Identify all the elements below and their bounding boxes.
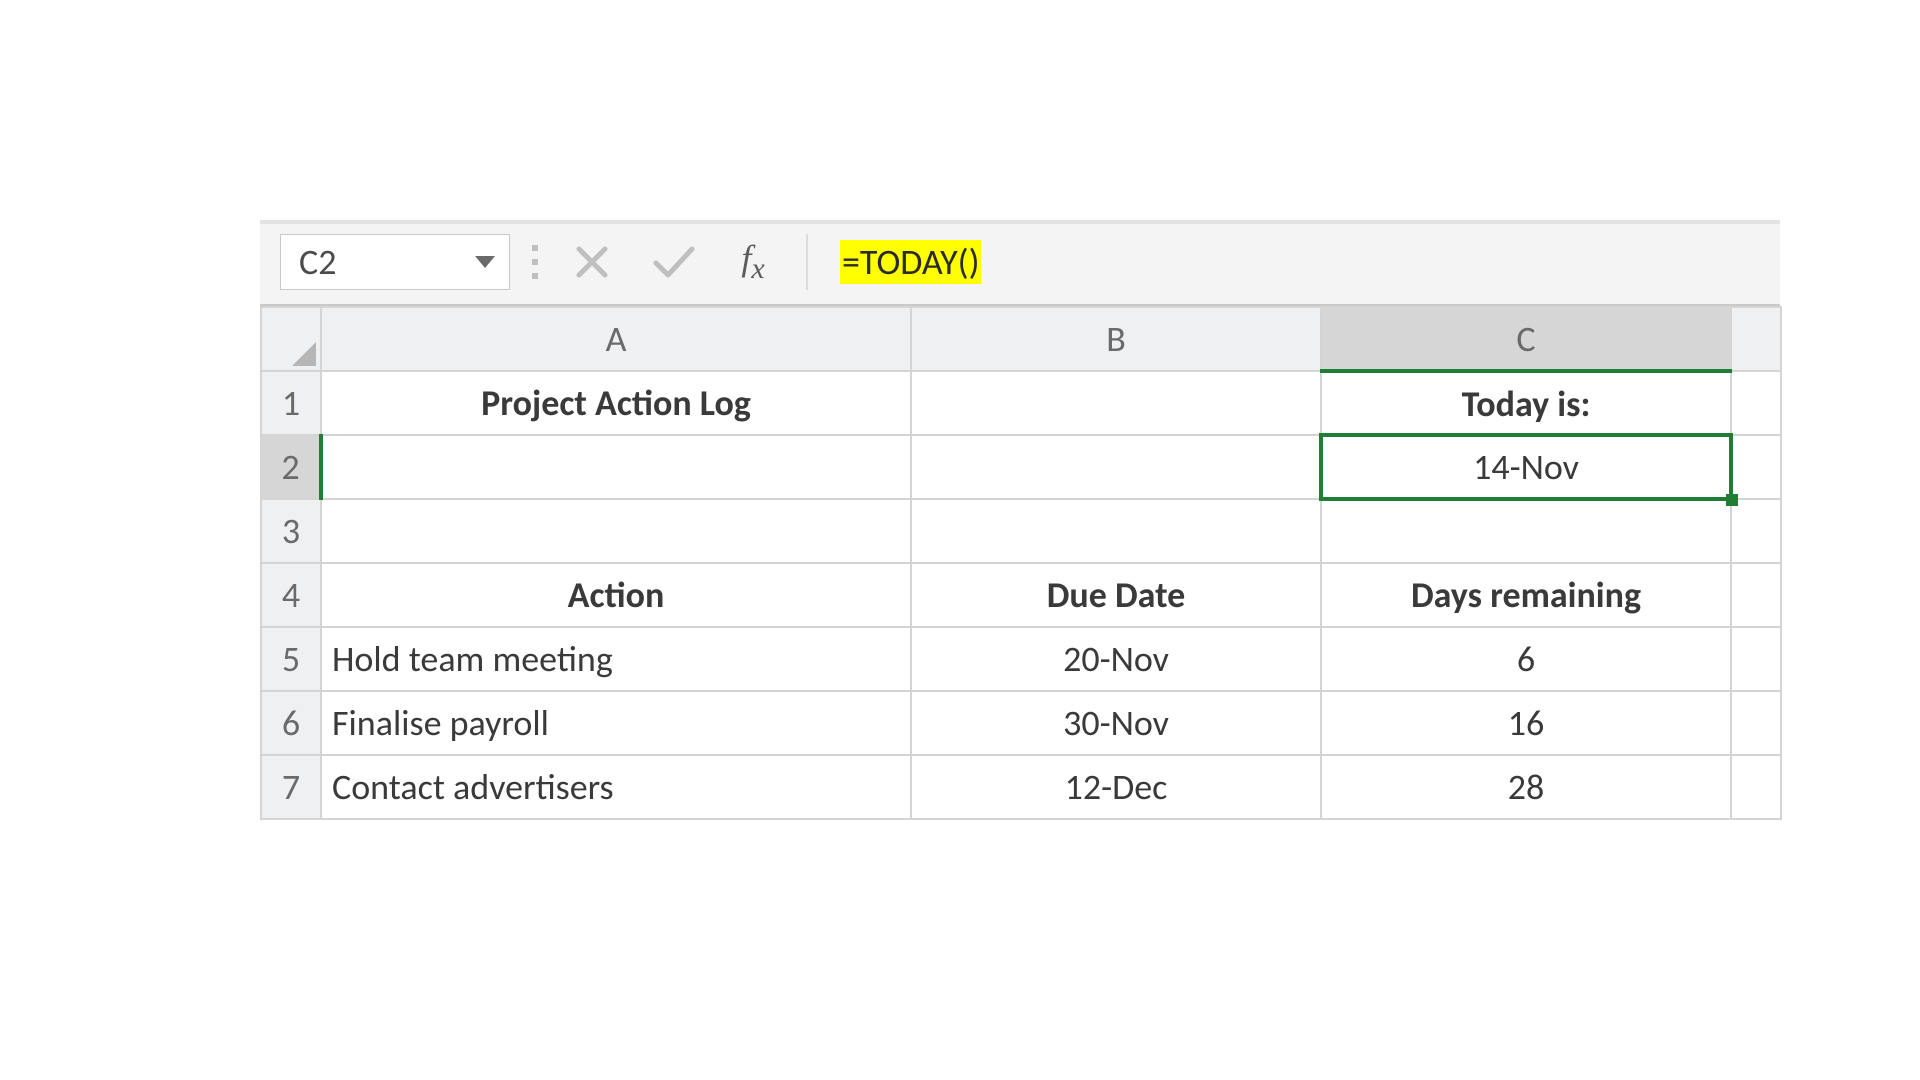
cell-B5[interactable]: 20-Nov bbox=[911, 627, 1321, 691]
spreadsheet-grid[interactable]: A B C 1 Project Action Log Today is: bbox=[260, 304, 1780, 820]
cell-B7[interactable]: 12-Dec bbox=[911, 755, 1321, 819]
formula-text: =TODAY() bbox=[840, 240, 981, 284]
cell-C5[interactable]: 6 bbox=[1321, 627, 1731, 691]
row-header-7[interactable]: 7 bbox=[261, 755, 321, 819]
cell-C3[interactable] bbox=[1321, 499, 1731, 563]
cell-B3[interactable] bbox=[911, 499, 1321, 563]
cancel-button[interactable] bbox=[560, 234, 624, 290]
excel-window: C2 fx =TODAY() bbox=[260, 220, 1780, 820]
cell-A7[interactable]: Contact advertisers bbox=[321, 755, 911, 819]
row-3: 3 bbox=[261, 499, 1781, 563]
cell-D5[interactable] bbox=[1731, 627, 1781, 691]
cell-D7[interactable] bbox=[1731, 755, 1781, 819]
cell-A5[interactable]: Hold team meeting bbox=[321, 627, 911, 691]
name-box-value: C2 bbox=[299, 240, 336, 284]
close-icon bbox=[573, 243, 611, 281]
row-6: 6 Finalise payroll 30-Nov 16 bbox=[261, 691, 1781, 755]
formula-input[interactable]: =TODAY() bbox=[826, 234, 1760, 290]
formula-bar-separator bbox=[806, 234, 808, 290]
row-header-5[interactable]: 5 bbox=[261, 627, 321, 691]
cell-C4[interactable]: Days remaining bbox=[1321, 563, 1731, 627]
row-4: 4 Action Due Date Days remaining bbox=[261, 563, 1781, 627]
row-1: 1 Project Action Log Today is: bbox=[261, 371, 1781, 435]
cell-B6[interactable]: 30-Nov bbox=[911, 691, 1321, 755]
column-header-C[interactable]: C bbox=[1321, 307, 1731, 371]
row-header-4[interactable]: 4 bbox=[261, 563, 321, 627]
cell-D2[interactable] bbox=[1731, 435, 1781, 499]
insert-function-button[interactable]: fx bbox=[724, 234, 788, 290]
row-header-3[interactable]: 3 bbox=[261, 499, 321, 563]
row-5: 5 Hold team meeting 20-Nov 6 bbox=[261, 627, 1781, 691]
grid-table: A B C 1 Project Action Log Today is: bbox=[260, 306, 1782, 820]
cell-A1[interactable]: Project Action Log bbox=[321, 371, 911, 435]
row-header-1[interactable]: 1 bbox=[261, 371, 321, 435]
cell-B2[interactable] bbox=[911, 435, 1321, 499]
cell-A4[interactable]: Action bbox=[321, 563, 911, 627]
cell-D6[interactable] bbox=[1731, 691, 1781, 755]
column-header-row: A B C bbox=[261, 307, 1781, 371]
check-icon bbox=[652, 243, 696, 281]
cell-A3[interactable] bbox=[321, 499, 911, 563]
row-header-6[interactable]: 6 bbox=[261, 691, 321, 755]
column-header-B[interactable]: B bbox=[911, 307, 1321, 371]
formula-bar: C2 fx =TODAY() bbox=[260, 224, 1780, 304]
enter-button[interactable] bbox=[642, 234, 706, 290]
cell-D4[interactable] bbox=[1731, 563, 1781, 627]
cell-C2[interactable]: 14-Nov bbox=[1321, 435, 1731, 499]
cell-D3[interactable] bbox=[1731, 499, 1781, 563]
cell-C1[interactable]: Today is: bbox=[1321, 371, 1731, 435]
select-all-corner[interactable] bbox=[261, 307, 321, 371]
fx-icon: fx bbox=[741, 237, 770, 286]
column-header-blank[interactable] bbox=[1731, 307, 1781, 371]
column-header-A[interactable]: A bbox=[321, 307, 911, 371]
row-2: 2 14-Nov bbox=[261, 435, 1781, 499]
name-box[interactable]: C2 bbox=[280, 234, 510, 290]
cell-A6[interactable]: Finalise payroll bbox=[321, 691, 911, 755]
cell-C7[interactable]: 28 bbox=[1321, 755, 1731, 819]
cell-A2[interactable] bbox=[321, 435, 911, 499]
cell-C6[interactable]: 16 bbox=[1321, 691, 1731, 755]
formula-bar-drag-handle-icon[interactable] bbox=[528, 245, 542, 279]
cell-D1[interactable] bbox=[1731, 371, 1781, 435]
cell-B4[interactable]: Due Date bbox=[911, 563, 1321, 627]
row-7: 7 Contact advertisers 12-Dec 28 bbox=[261, 755, 1781, 819]
row-header-2[interactable]: 2 bbox=[261, 435, 321, 499]
cell-B1[interactable] bbox=[911, 371, 1321, 435]
name-box-dropdown-icon[interactable] bbox=[475, 256, 495, 268]
